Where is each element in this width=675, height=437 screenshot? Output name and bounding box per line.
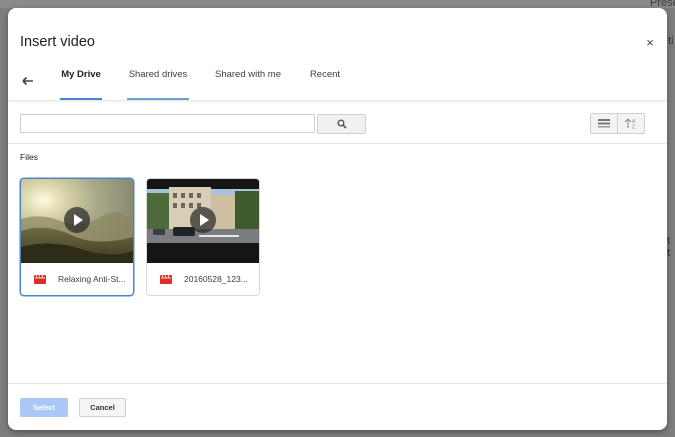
- file-card[interactable]: 20160528_123...: [146, 178, 260, 296]
- file-name: Relaxing Anti-St...: [58, 274, 126, 284]
- tab-label: Shared with me: [214, 69, 281, 80]
- tab-recent[interactable]: Recent: [308, 63, 342, 100]
- dialog-footer: Select Cancel: [8, 383, 667, 430]
- background-toolbar: [0, 0, 675, 8]
- sort-button[interactable]: A Z: [617, 114, 644, 133]
- search-input[interactable]: [20, 114, 315, 133]
- play-icon: [190, 207, 216, 233]
- files-section-label: Files: [20, 152, 38, 162]
- file-card-footer: Relaxing Anti-St...: [21, 263, 133, 295]
- close-icon[interactable]: ×: [643, 36, 657, 50]
- tab-label: My Drive: [61, 69, 101, 80]
- tab-label: Shared drives: [128, 69, 188, 80]
- tab-shared-drives[interactable]: Shared drives: [127, 63, 189, 100]
- back-arrow-icon[interactable]: [21, 75, 35, 87]
- file-name: 20160528_123...: [184, 274, 248, 284]
- tab-shared-with-me[interactable]: Shared with me: [213, 63, 283, 100]
- svg-text:Z: Z: [632, 125, 635, 130]
- tab-underline: [127, 98, 189, 100]
- tab-bar: My Drive Shared drives Shared with me Re…: [8, 63, 667, 101]
- file-card-footer: 20160528_123...: [147, 263, 259, 295]
- dialog-title: Insert video: [20, 34, 95, 50]
- background-text-side: ti: [668, 35, 674, 47]
- tab-label: Recent: [309, 69, 341, 80]
- select-button[interactable]: Select: [20, 398, 68, 417]
- view-toggle-group: A Z: [590, 113, 645, 134]
- file-card[interactable]: Relaxing Anti-St...: [20, 178, 134, 296]
- play-icon: [64, 207, 90, 233]
- video-file-icon: [34, 275, 46, 284]
- search-button[interactable]: [317, 114, 366, 134]
- search-icon: [337, 119, 347, 129]
- background-text-side: t t: [667, 235, 671, 259]
- list-view-button[interactable]: [591, 114, 617, 133]
- video-file-icon: [160, 275, 172, 284]
- video-thumbnail: [21, 179, 133, 263]
- cancel-button[interactable]: Cancel: [79, 398, 126, 417]
- sort-az-icon: A Z: [625, 118, 636, 130]
- search-row: A Z: [8, 101, 667, 144]
- list-view-icon: [598, 119, 610, 128]
- tab-my-drive[interactable]: My Drive: [60, 63, 102, 100]
- tab-underline: [60, 98, 102, 100]
- video-thumbnail: [147, 179, 259, 263]
- insert-video-dialog: Insert video × My Drive Shared drives Sh…: [8, 8, 667, 430]
